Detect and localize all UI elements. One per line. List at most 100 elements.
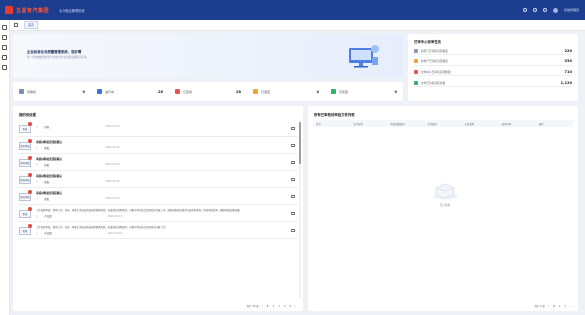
message-icon[interactable] bbox=[291, 127, 295, 130]
tab-home[interactable]: 首页 bbox=[24, 21, 39, 29]
todo-label: 文件已审核流程总数 bbox=[421, 80, 446, 85]
todo-label: 跨部门已审核流程数量 bbox=[421, 48, 448, 53]
empty-text: 暂无数据 bbox=[439, 204, 451, 207]
empty-state: 暂无数据 bbox=[420, 180, 470, 207]
page-button[interactable]: 1 bbox=[552, 305, 556, 308]
list-item[interactable]: 签收 工作流程审核：事项工作，内容：审批生活动态审核流程管理系统，标准规范流程要… bbox=[18, 205, 298, 223]
unread-dot bbox=[28, 173, 32, 177]
page-button[interactable]: 4 bbox=[283, 305, 287, 308]
doc-icon bbox=[414, 59, 418, 64]
panel-title: 我的待处理 bbox=[19, 113, 36, 117]
list-item[interactable]: 签收 ○ 草拟 2022-03-15 bbox=[18, 120, 298, 137]
user-icon: ○ bbox=[36, 163, 39, 166]
next-icon[interactable]: › bbox=[294, 305, 297, 308]
table-header: 序号 文件名称 审核流程类型 文件编号 文件类型 发布时间 操作 bbox=[313, 120, 573, 127]
user-icon: ○ bbox=[36, 180, 39, 183]
pending-panel: 我的待处理 签收 ○ 草拟 2022-03-15 签收审核 审核材料报送流程确认 ○… bbox=[13, 106, 303, 311]
next-icon[interactable]: › bbox=[569, 305, 572, 308]
empty-box-icon bbox=[432, 183, 458, 200]
doc-icon bbox=[414, 80, 418, 85]
stat-value: 0 bbox=[394, 89, 397, 94]
list-item[interactable]: 签收审核 审核材料报送流程确认 ○ 签批 2022-03-15 bbox=[18, 188, 298, 205]
list-item[interactable]: 签收审核 审核材料报送流程确认 ○ 签批 2022-03-15 bbox=[18, 171, 298, 188]
stat-pending[interactable]: 待审核 0 bbox=[13, 89, 91, 94]
item-body: 工作流程审核：事项工作，内容：审批生活动态审核流程管理系统，标准规范流程要求，对… bbox=[36, 226, 168, 230]
column-header: 序号 bbox=[316, 122, 321, 126]
unread-dot bbox=[28, 122, 32, 126]
column-header: 操作 bbox=[538, 122, 544, 126]
user-icon: ○ bbox=[36, 125, 39, 128]
prev-icon[interactable]: ‹ bbox=[547, 305, 550, 308]
todo-value: 1,120 bbox=[560, 80, 572, 85]
user-name[interactable]: 系统管理员 bbox=[564, 8, 579, 12]
item-role: 草拟 bbox=[44, 125, 50, 129]
nav-home-icon[interactable] bbox=[2, 25, 7, 30]
pager-total: 共计 20 条 bbox=[246, 305, 259, 308]
column-header: 文件类型 bbox=[464, 122, 475, 126]
stat-label: 已驳回 bbox=[339, 89, 349, 94]
nav-doc-icon[interactable] bbox=[2, 35, 7, 40]
todo-label: 跨地产已审核流程数量 bbox=[421, 59, 448, 64]
message-icon[interactable] bbox=[291, 178, 295, 181]
pagination: 共计 0 条 ‹ 1 2 3 › bbox=[534, 304, 572, 309]
stat-label: 进行中 bbox=[105, 89, 115, 94]
todo-row[interactable]: 跨部门已审核流程数量 220 bbox=[414, 47, 572, 55]
list-item[interactable]: 签收审核 审核材料报送流程确认 ○ 签批 2022-03-15 bbox=[18, 154, 298, 171]
todo-value: 530 bbox=[564, 59, 572, 64]
stat-done[interactable]: 已完成 28 bbox=[169, 89, 247, 94]
page-button[interactable]: 2 bbox=[558, 305, 562, 308]
column-header: 文件编号 bbox=[427, 122, 437, 126]
page-button[interactable]: 2 bbox=[272, 305, 276, 308]
search-icon[interactable] bbox=[522, 8, 527, 12]
page-button[interactable]: 3 bbox=[563, 305, 567, 308]
column-header: 审核流程类型 bbox=[390, 122, 405, 126]
done-icon bbox=[175, 89, 180, 94]
todo-row[interactable]: 文件已审核流程总数 1,120 bbox=[414, 80, 572, 88]
list-item[interactable]: 签收审核 审核材料报送流程确认 ○ 签批 2022-03-15 bbox=[18, 137, 298, 154]
page-button[interactable]: 5 bbox=[288, 305, 292, 308]
prev-icon[interactable]: ‹ bbox=[261, 305, 264, 308]
item-body: 工作流程审核：事项工作，内容：审批生活动态审核流程管理系统，标准规范流程要求，对… bbox=[36, 209, 242, 212]
message-icon[interactable] bbox=[291, 195, 295, 198]
pending-list: 签收 ○ 草拟 2022-03-15 签收审核 审核材料报送流程确认 ○ 签批 2022… bbox=[18, 120, 298, 298]
status-badge: 签收审核 bbox=[19, 142, 31, 150]
status-badge: 签收 bbox=[19, 210, 31, 218]
home-icon[interactable] bbox=[14, 23, 18, 27]
stat-rejected[interactable]: 已驳回 0 bbox=[325, 89, 403, 94]
doc-icon bbox=[414, 70, 418, 75]
stat-returned[interactable]: 已退回 4 bbox=[247, 89, 325, 94]
stat-value: 4 bbox=[316, 89, 319, 94]
item-time: 2022-03-15 bbox=[105, 197, 120, 200]
scrollbar-thumb[interactable] bbox=[299, 122, 301, 164]
user-icon: ○ bbox=[36, 146, 39, 149]
message-icon[interactable] bbox=[291, 161, 295, 164]
nav-chart-icon[interactable] bbox=[2, 65, 7, 70]
rejected-icon bbox=[331, 89, 336, 94]
system-name: 大众融合管理系统 bbox=[59, 8, 85, 13]
item-name: 审核材料报送流程确认 bbox=[36, 175, 62, 178]
todo-row[interactable]: 文件中心已审核流程数量 710 bbox=[414, 69, 572, 77]
message-icon[interactable] bbox=[291, 144, 295, 147]
bell-icon[interactable] bbox=[532, 8, 537, 12]
avatar[interactable] bbox=[552, 7, 558, 13]
scrollbar[interactable] bbox=[299, 120, 301, 298]
stat-inprogress[interactable]: 进行中 28 bbox=[91, 89, 169, 94]
stat-value: 0 bbox=[82, 89, 85, 94]
item-time: 2022-03-15 bbox=[105, 125, 120, 128]
nav-flow-icon[interactable] bbox=[2, 45, 7, 50]
item-role: 签批 bbox=[44, 146, 50, 150]
panel-title: 所有已审核待审批文件列表 bbox=[314, 113, 355, 117]
todo-card: 已审中心待审任务 跨部门已审核流程数量 220 跨地产已审核流程数量 530 文… bbox=[408, 34, 578, 101]
nav-folder-icon[interactable] bbox=[2, 55, 7, 60]
todo-row[interactable]: 跨地产已审核流程数量 530 bbox=[414, 58, 572, 66]
todo-value: 710 bbox=[564, 70, 572, 75]
message-icon[interactable] bbox=[291, 212, 295, 215]
settings-icon[interactable] bbox=[542, 8, 547, 12]
page-button[interactable]: 1 bbox=[266, 305, 270, 308]
list-item[interactable]: 签收 工作流程审核：事项工作，内容：审批生活动态审核流程管理系统，标准规范流程要… bbox=[18, 222, 298, 240]
item-time: 2022-03-15 bbox=[107, 214, 123, 218]
page-button[interactable]: 3 bbox=[277, 305, 281, 308]
left-nav bbox=[0, 20, 10, 315]
message-icon[interactable] bbox=[291, 229, 295, 233]
pending-icon bbox=[19, 89, 24, 94]
